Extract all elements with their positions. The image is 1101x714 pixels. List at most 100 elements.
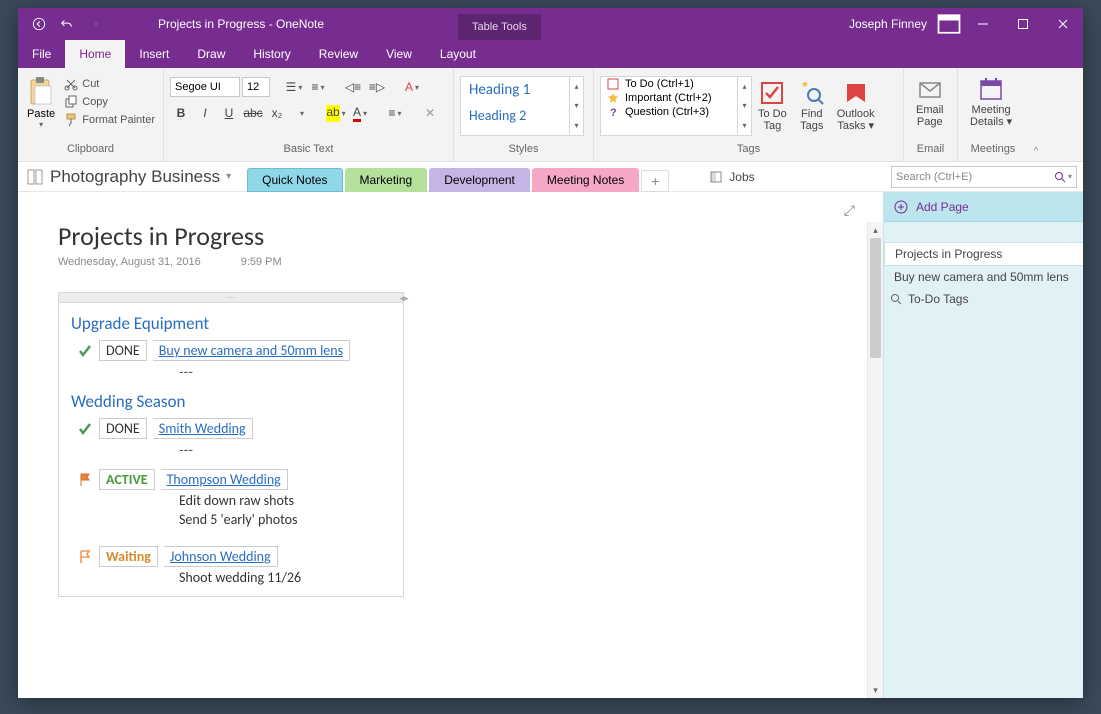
- check-icon[interactable]: [77, 421, 93, 437]
- status-cell[interactable]: ACTIVE: [99, 469, 155, 490]
- back-button[interactable]: [26, 11, 52, 37]
- qat-customize[interactable]: [82, 11, 108, 37]
- styles-down[interactable]: ▾: [570, 96, 583, 115]
- note-drag-handle[interactable]: ◂▸: [59, 293, 403, 303]
- format-painter-button[interactable]: Format Painter: [62, 112, 157, 128]
- cut-button[interactable]: Cut: [62, 76, 157, 92]
- status-cell[interactable]: Waiting: [99, 546, 158, 567]
- section-heading[interactable]: Wedding Season: [71, 391, 391, 412]
- highlight-button[interactable]: ab: [325, 102, 347, 124]
- styles-up[interactable]: ▴: [570, 77, 583, 96]
- section-tab-meetingnotes[interactable]: Meeting Notes: [532, 168, 639, 192]
- status-cell[interactable]: DONE: [99, 418, 147, 439]
- status-cell[interactable]: DONE: [99, 340, 147, 361]
- section-tab-development[interactable]: Development: [429, 168, 530, 192]
- user-name[interactable]: Joseph Finney: [849, 17, 927, 31]
- tab-home[interactable]: Home: [65, 40, 125, 68]
- font-name-select[interactable]: [170, 77, 240, 97]
- subscript-menu[interactable]: [290, 102, 312, 124]
- tab-file[interactable]: File: [18, 40, 65, 68]
- subscript-button[interactable]: x₂: [266, 102, 288, 124]
- task-subtext[interactable]: Send 5 'early' photos: [179, 511, 391, 528]
- search-input[interactable]: Search (Ctrl+E) ▾: [891, 166, 1077, 188]
- task-row[interactable]: DONE Buy new camera and 50mm lens: [77, 340, 391, 361]
- tab-history[interactable]: History: [239, 40, 304, 68]
- page-panel: Add Page Projects in ProgressBuy new cam…: [883, 192, 1083, 698]
- page-title[interactable]: Projects in Progress: [58, 220, 843, 252]
- section-heading[interactable]: Upgrade Equipment: [71, 313, 391, 334]
- notebook-selector[interactable]: Photography Business ▾: [26, 167, 241, 187]
- style-heading1[interactable]: Heading 1: [461, 77, 583, 103]
- section-tab-marketing[interactable]: Marketing: [345, 168, 428, 192]
- task-link[interactable]: Smith Wedding: [153, 418, 253, 439]
- page-list-item[interactable]: Buy new camera and 50mm lens: [884, 266, 1083, 288]
- scroll-down-button[interactable]: ▾: [868, 682, 883, 698]
- add-page-button[interactable]: Add Page: [884, 192, 1083, 222]
- scroll-up-button[interactable]: ▴: [868, 222, 883, 238]
- tags-up[interactable]: ▴: [738, 77, 751, 96]
- scroll-thumb[interactable]: [870, 238, 881, 358]
- note-container[interactable]: ◂▸ Upgrade Equipment DONE Buy new camera a…: [58, 292, 404, 597]
- italic-button[interactable]: I: [194, 102, 216, 124]
- fullscreen-button[interactable]: ⤢: [844, 202, 855, 219]
- font-color-button[interactable]: A: [349, 102, 371, 124]
- check-icon[interactable]: [77, 343, 93, 359]
- task-subtext[interactable]: Edit down raw shots: [179, 492, 391, 509]
- task-link[interactable]: Thompson Wedding: [161, 469, 288, 490]
- minimize-button[interactable]: [963, 8, 1003, 40]
- document-title: Projects in Progress - OneNote: [158, 17, 324, 31]
- tag-important[interactable]: Important (Ctrl+2): [601, 91, 751, 105]
- tab-draw[interactable]: Draw: [183, 40, 239, 68]
- collapse-ribbon-button[interactable]: ^: [1028, 68, 1044, 161]
- task-link[interactable]: Johnson Wedding: [164, 546, 278, 567]
- tag-question[interactable]: ?Question (Ctrl+3): [601, 105, 751, 119]
- font-size-select[interactable]: [242, 77, 270, 97]
- delete-button[interactable]: ✕: [419, 102, 441, 124]
- strike-button[interactable]: abc: [242, 102, 264, 124]
- style-heading2[interactable]: Heading 2: [461, 103, 583, 128]
- flag-icon[interactable]: [77, 472, 93, 488]
- tags-gallery[interactable]: To Do (Ctrl+1) Important (Ctrl+2) ?Quest…: [600, 76, 752, 136]
- undo-button[interactable]: [54, 11, 80, 37]
- task-row[interactable]: Waiting Johnson Wedding: [77, 546, 391, 567]
- tab-review[interactable]: Review: [305, 40, 372, 68]
- outdent-button[interactable]: ◁≡: [342, 76, 364, 98]
- align-button[interactable]: ≡: [384, 102, 406, 124]
- add-section-button[interactable]: +: [641, 170, 669, 192]
- task-link[interactable]: Buy new camera and 50mm lens: [153, 340, 350, 361]
- maximize-button[interactable]: [1003, 8, 1043, 40]
- svg-text:?: ?: [610, 107, 617, 118]
- ribbon-display-button[interactable]: [935, 10, 963, 38]
- styles-gallery[interactable]: Heading 1 Heading 2 ▴▾▾: [460, 76, 584, 136]
- jobs-link[interactable]: Jobs: [709, 170, 754, 184]
- numbering-button[interactable]: ≡: [307, 76, 329, 98]
- page-canvas[interactable]: ⤢ Projects in Progress Wednesday, August…: [18, 192, 883, 698]
- tab-layout[interactable]: Layout: [426, 40, 490, 68]
- indent-button[interactable]: ≡▷: [366, 76, 388, 98]
- section-tab-quicknotes[interactable]: Quick Notes: [247, 168, 342, 192]
- close-button[interactable]: [1043, 8, 1083, 40]
- tab-insert[interactable]: Insert: [125, 40, 183, 68]
- copy-button[interactable]: Copy: [62, 94, 157, 110]
- styles-more[interactable]: ▾: [570, 116, 583, 135]
- task-row[interactable]: ACTIVE Thompson Wedding: [77, 469, 391, 490]
- separator: ---: [179, 441, 391, 457]
- page-list-item[interactable]: Projects in Progress: [884, 242, 1083, 266]
- group-label-tags: Tags: [594, 143, 903, 159]
- ribbon: Paste ▾ Cut Copy Format Painter Clipboar…: [18, 68, 1083, 162]
- tags-down[interactable]: ▾: [738, 96, 751, 115]
- task-subtext[interactable]: Shoot wedding 11/26: [179, 569, 391, 586]
- note-resize-handle[interactable]: ◂▸: [399, 293, 409, 303]
- task-row[interactable]: DONE Smith Wedding: [77, 418, 391, 439]
- tags-more[interactable]: ▾: [738, 116, 751, 135]
- clear-format-button[interactable]: A: [401, 76, 423, 98]
- tab-view[interactable]: View: [372, 40, 426, 68]
- page-list-item[interactable]: To-Do Tags: [884, 288, 1083, 310]
- bullets-button[interactable]: ☰: [283, 76, 305, 98]
- tag-todo[interactable]: To Do (Ctrl+1): [601, 77, 751, 91]
- flag-icon[interactable]: [77, 549, 93, 565]
- titlebar: Projects in Progress - OneNote Table Too…: [18, 8, 1083, 40]
- underline-button[interactable]: U: [218, 102, 240, 124]
- bold-button[interactable]: B: [170, 102, 192, 124]
- vertical-scrollbar[interactable]: ▴ ▾: [867, 222, 883, 698]
